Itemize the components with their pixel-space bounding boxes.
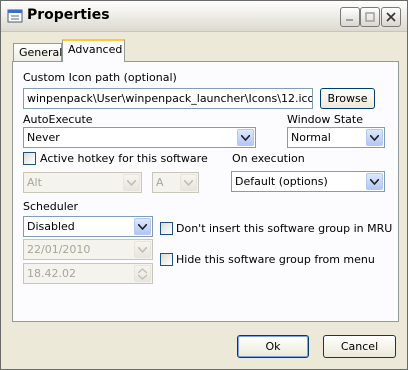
autoexecute-select[interactable]: Never — [23, 127, 256, 148]
scheduler-time-value: 18.42.02 — [27, 267, 76, 280]
scheduler-value: Disabled — [27, 220, 75, 233]
scheduler-select[interactable]: Disabled — [23, 216, 153, 237]
chevron-down-icon[interactable] — [123, 174, 140, 191]
minimize-icon — [346, 19, 353, 21]
active-hotkey-checkbox[interactable] — [23, 152, 36, 165]
autoexecute-label: AutoExecute — [23, 113, 93, 126]
window-state-label: Window State — [287, 113, 363, 126]
on-execution-label: On execution — [232, 152, 305, 165]
close-button[interactable] — [381, 7, 401, 27]
window-title: Properties — [27, 7, 110, 23]
scheduler-date-picker[interactable]: 22/01/2010 — [23, 239, 153, 260]
browse-button[interactable]: Browse — [320, 88, 375, 109]
active-hotkey-label: Active hotkey for this software — [40, 152, 208, 165]
hotkey-key-value: A — [156, 176, 164, 189]
chevron-down-icon[interactable] — [366, 173, 383, 190]
scheduler-date-value: 22/01/2010 — [27, 243, 91, 256]
hide-group-label: Hide this software group from menu — [176, 253, 375, 266]
custom-icon-path-field[interactable]: winpenpack\User\winpenpack_launcher\Icon… — [23, 88, 313, 109]
properties-icon — [7, 8, 23, 24]
scheduler-time-spinner[interactable]: 18.42.02 — [23, 263, 153, 284]
spinner-arrows-icon[interactable] — [134, 265, 151, 282]
on-execution-value: Default (options) — [235, 175, 328, 188]
window-state-select[interactable]: Normal — [287, 127, 385, 148]
hotkey-key-select[interactable]: A — [152, 172, 199, 193]
cancel-button[interactable]: Cancel — [323, 335, 396, 358]
scheduler-label: Scheduler — [23, 200, 79, 213]
tab-advanced[interactable]: Advanced — [62, 39, 125, 62]
chevron-down-icon[interactable] — [134, 218, 151, 235]
properties-window: Properties General Advanced Custom Icon … — [0, 0, 408, 370]
hide-group-checkbox[interactable] — [160, 253, 173, 266]
chevron-down-icon[interactable] — [180, 174, 197, 191]
close-icon — [386, 12, 396, 22]
on-execution-select[interactable]: Default (options) — [231, 171, 385, 192]
no-mru-checkbox[interactable] — [160, 222, 173, 235]
custom-icon-label: Custom Icon path (optional) — [23, 71, 177, 84]
autoexecute-value: Never — [27, 131, 60, 144]
chevron-down-icon[interactable] — [237, 129, 254, 146]
hotkey-modifier-select[interactable]: Alt — [23, 172, 142, 193]
maximize-button[interactable] — [360, 7, 380, 27]
minimize-button[interactable] — [340, 7, 360, 27]
window-state-value: Normal — [291, 131, 331, 144]
ok-button[interactable]: Ok — [237, 335, 309, 358]
hotkey-modifier-value: Alt — [27, 176, 42, 189]
chevron-down-icon[interactable] — [366, 129, 383, 146]
chevron-down-icon[interactable] — [134, 241, 151, 258]
title-bar: Properties — [1, 1, 407, 32]
tab-general[interactable]: General — [13, 43, 62, 61]
no-mru-label: Don't insert this software group in MRU — [176, 222, 393, 235]
maximize-icon — [365, 12, 375, 22]
